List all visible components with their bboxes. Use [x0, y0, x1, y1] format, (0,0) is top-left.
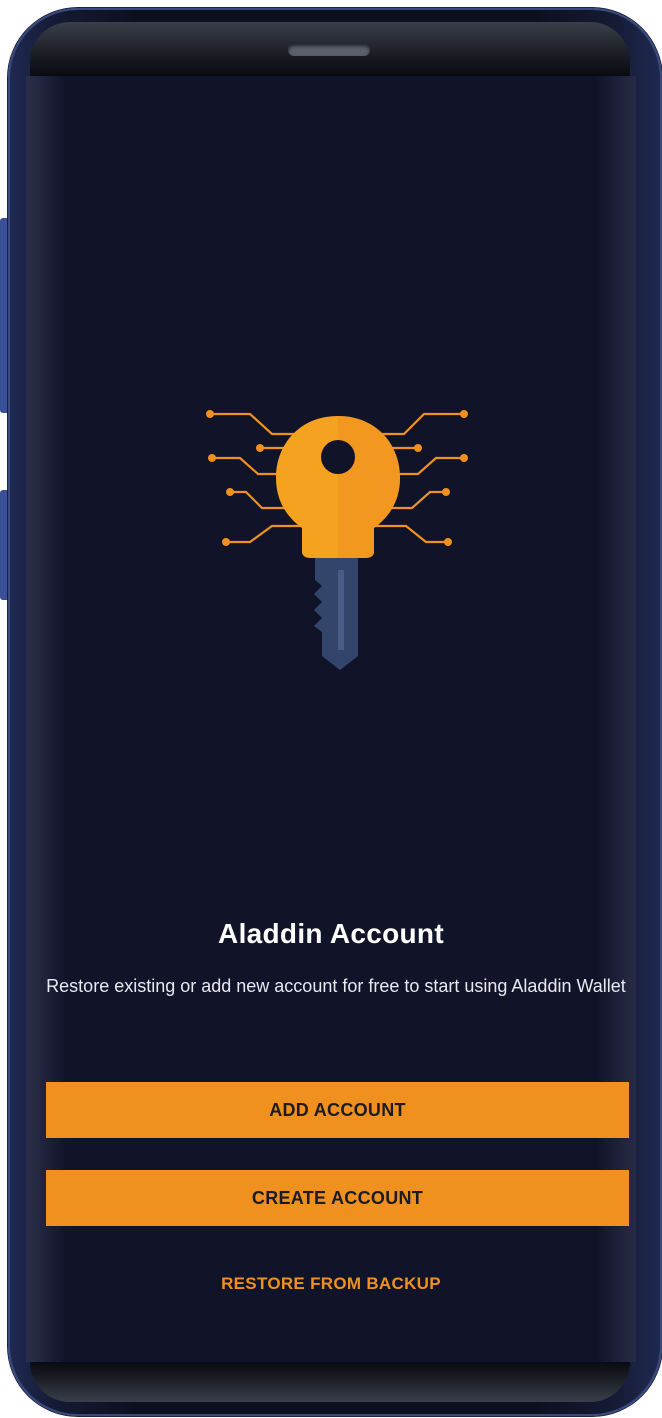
- create-account-button[interactable]: CREATE ACCOUNT: [46, 1170, 629, 1226]
- digital-key-icon: [206, 410, 468, 670]
- volume-button: [0, 218, 7, 413]
- key-blade-icon: [314, 552, 358, 670]
- page-description: Restore existing or add new account for …: [46, 976, 626, 996]
- page-title: Aladdin Account: [218, 918, 444, 949]
- add-account-button[interactable]: ADD ACCOUNT: [46, 1082, 629, 1138]
- restore-from-backup-link[interactable]: RESTORE FROM BACKUP: [26, 1274, 636, 1294]
- bixby-button: [0, 490, 7, 600]
- key-hole-icon: [321, 440, 355, 474]
- bottom-bezel: [30, 1362, 630, 1402]
- earpiece-speaker: [288, 44, 370, 56]
